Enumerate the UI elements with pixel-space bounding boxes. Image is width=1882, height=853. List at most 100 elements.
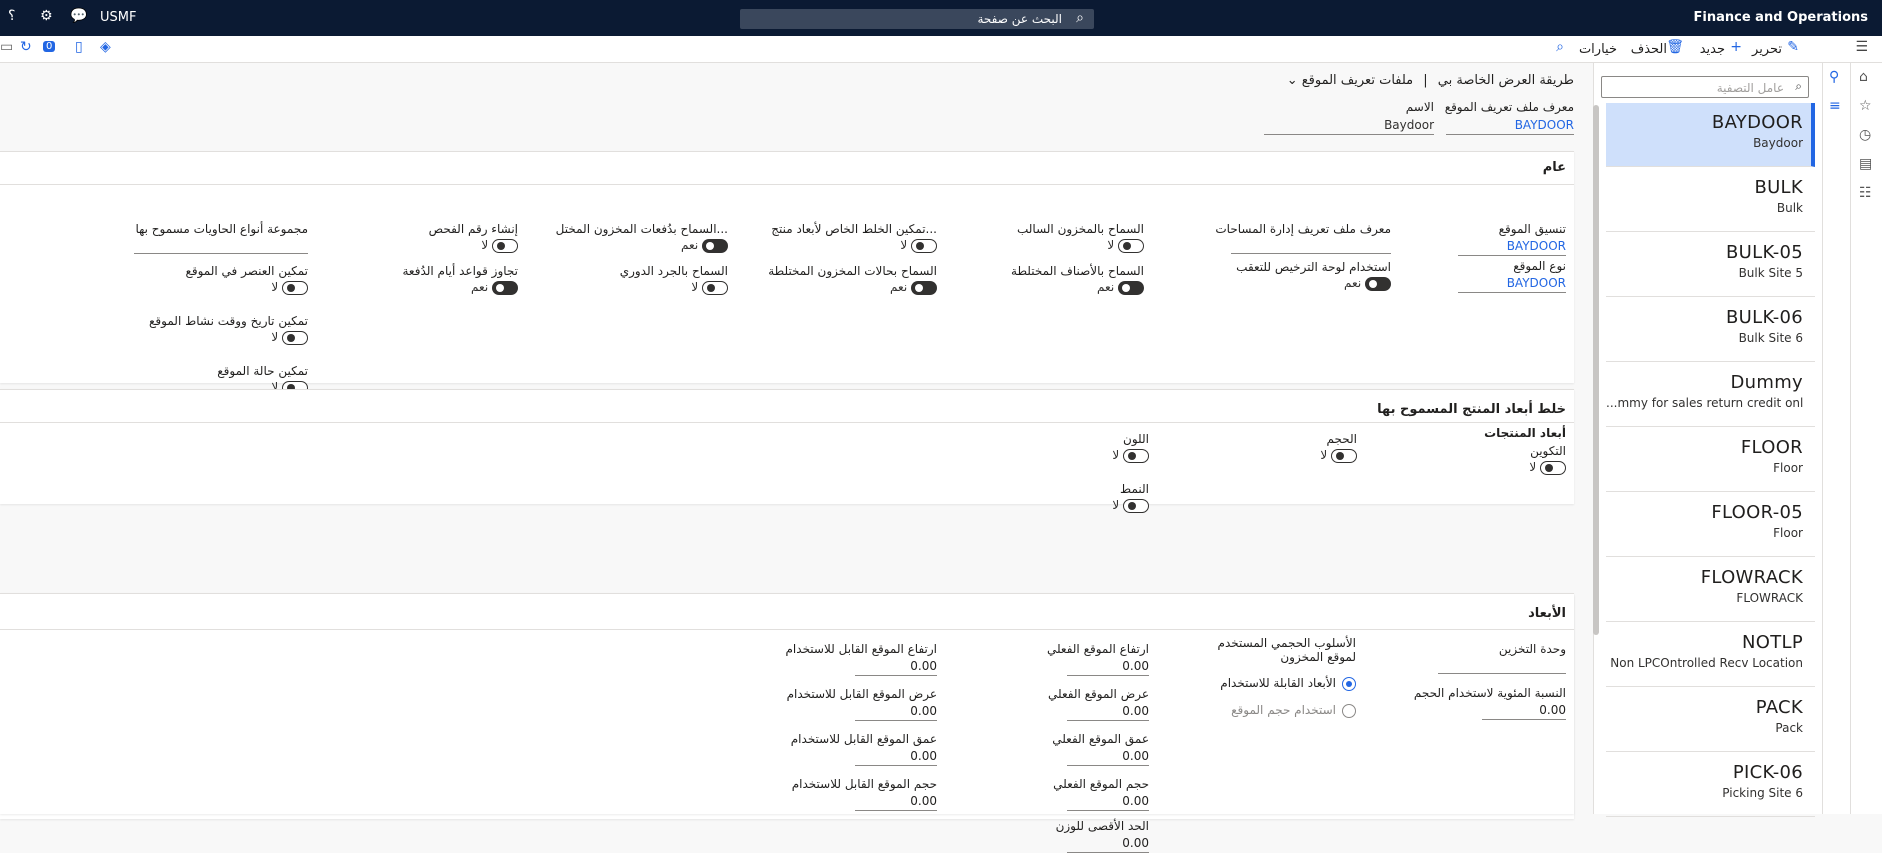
usable-width-field[interactable]: عرض الموقع القابل للاستخدام 0.00 [787,687,937,721]
delete-button[interactable]: الحذف [1631,42,1667,57]
physical-width-field[interactable]: عرض الموقع الفعلي 0.00 [1048,687,1149,721]
clock-icon[interactable]: ◷ [1859,127,1871,143]
mixed-dims-toggle[interactable]: تمكين الخلط الخاص لأبعاد منتج... لا [771,222,937,253]
space-mgmt-field[interactable]: معرف ملف تعريف إدارة المساحات [1215,222,1391,254]
filter-input[interactable]: عامل التصفية ⌕ [1601,76,1809,98]
configuration-toggle[interactable]: التكوين لا [1529,444,1566,475]
list-item-id: PACK [1755,697,1803,718]
mixed-status-toggle[interactable]: السماح بحالات المخزون المختلطة نعم [768,264,937,295]
pencil-icon: ✎ [1787,39,1799,55]
list-item-description: FLOWRACK [1736,591,1803,605]
general-fasttab: عام تنسيق الموقع BAYDOOR نوع الموقع BAYD… [0,151,1574,395]
list-item[interactable]: NOTLP Non LPCOntrolled Recv Location [1606,623,1815,687]
search-icon[interactable]: ⌕ [1556,39,1564,55]
list-item[interactable]: BULK-05 Bulk Site 5 [1606,233,1815,297]
list-item-id: Dummy [1730,372,1803,393]
list-item[interactable]: FLOOR Floor [1606,428,1815,492]
notification-badge[interactable]: 0 [43,41,56,52]
mixed-items-toggle[interactable]: السماح بالأصناف المختلطة نعم [1011,264,1144,295]
list-item-description: Floor [1773,526,1803,540]
list-item-id: FLOOR [1740,437,1803,458]
negative-inventory-toggle[interactable]: السماح بالمخزون السالب لا [1017,222,1144,253]
attachment-icon[interactable]: ▯ [75,39,83,55]
window-icon[interactable]: ▭ [0,39,13,55]
usable-volume-field[interactable]: حجم الموقع القابل للاستخدام 0.00 [792,777,937,811]
edit-button[interactable]: تحرير [1752,42,1782,57]
record-list-pane: عامل التصفية ⌕ BAYDOOR Baydoor BULK Bulk BUL… [1593,63,1822,817]
max-weight-field[interactable]: الحد الأقصى للوزن 0.00 [1056,819,1149,853]
list-item-description: Baydoor [1753,136,1803,150]
batch-days-toggle[interactable]: تجاوز قواعد أيام الدُفعة نعم [402,264,518,295]
scrollbar[interactable] [1593,105,1599,635]
name-field[interactable]: Baydoor [1264,118,1434,135]
list-item[interactable]: BULK-06 Bulk Site 6 [1606,298,1815,362]
physical-volume-field[interactable]: حجم الموقع الفعلي 0.00 [1053,777,1149,811]
location-format-field[interactable]: تنسيق الموقع BAYDOOR [1458,222,1566,256]
size-toggle[interactable]: الحجم لا [1320,432,1357,463]
physical-height-field[interactable]: ارتفاع الموقع الفعلي 0.00 [1047,642,1149,676]
chat-icon[interactable]: 💬 [70,8,87,24]
list-item-description: Non LPCOntrolled Recv Location [1610,656,1803,670]
usable-dimensions-radio[interactable]: الأبعاد القابلة للاستخدام [1220,676,1356,691]
dimensions-title[interactable]: الأبعاد [1528,606,1566,621]
action-pane: ☰ ✎ تحرير + جديد 🗑 الحذف خيارات ⌕ ◈ ▯ 0 … [0,36,1882,63]
storage-unit-field[interactable]: وحدة التخزين [1438,642,1566,674]
location-type-field[interactable]: نوع الموقع BAYDOOR [1458,259,1566,293]
location-volume-radio[interactable]: استخدام حجم الموقع [1231,703,1356,718]
gear-icon[interactable]: ⚙ [40,8,53,24]
cycle-count-toggle[interactable]: السماح بالجرد الدوري لا [620,264,728,295]
usable-depth-field[interactable]: عمق الموقع القابل للاستخدام 0.00 [791,732,937,766]
navigation-rail: ⌂ ☆ ◷ ▤ ☷ [1850,63,1882,814]
container-group-field[interactable]: مجموعة أنواع الحاويات مسموح بها [134,222,308,254]
list-item-id: BULK [1754,177,1803,198]
plus-icon: + [1730,39,1742,55]
list-item[interactable]: Dummy ...mmy for sales return credit only [1606,363,1815,427]
list-filter-rail: ⚲ ≡ [1822,63,1850,814]
hamburger-icon[interactable]: ☰ [1855,39,1868,55]
list-item-id: NOTLP [1741,632,1803,653]
item-in-location-toggle[interactable]: تمكين العنصر في الموقع لا [185,264,308,295]
list-item[interactable]: FLOOR-05 Floor [1606,493,1815,557]
top-navigation-bar: Finance and Operations البحث عن صفحة ⌕ U… [0,0,1882,36]
search-placeholder: البحث عن صفحة [977,12,1062,26]
refresh-icon[interactable]: ↻ [20,39,32,55]
global-search-input[interactable]: البحث عن صفحة ⌕ [740,9,1094,29]
check-digit-toggle[interactable]: إنشاء رقم الفحص لا [429,222,518,253]
list-item-description: Bulk Site 5 [1738,266,1803,280]
general-title[interactable]: عام [1543,160,1566,175]
list-item-description: Picking Site 6 [1722,786,1803,800]
trash-icon: 🗑 [1666,39,1684,55]
new-button[interactable]: جديد [1700,42,1725,57]
physical-depth-field[interactable]: عمق الموقع الفعلي 0.00 [1052,732,1149,766]
list-item[interactable]: BAYDOOR Baydoor [1606,103,1815,167]
help-icon[interactable]: ؟ [8,8,15,24]
list-item[interactable]: PACK Pack [1606,688,1815,752]
list-item[interactable]: BULK Bulk [1606,168,1815,232]
usable-height-field[interactable]: ارتفاع الموقع القابل للاستخدام 0.00 [786,642,937,676]
list-item-description: Floor [1773,461,1803,475]
list-item-id: BULK-05 [1726,242,1803,263]
home-icon[interactable]: ⌂ [1859,69,1868,85]
volume-percentage-field[interactable]: النسبة المئوية لاستخدام الحجم 0.00 [1414,686,1566,720]
workspace-icon[interactable]: ▤ [1859,156,1872,172]
list-item-id: FLOWRACK [1700,567,1803,588]
company-picker[interactable]: USMF [100,10,136,25]
activity-date-toggle[interactable]: تمكين تاريخ ووقت نشاط الموقع لا [149,314,308,345]
filter-icon[interactable]: ⚲ [1829,69,1839,85]
mixing-title[interactable]: خلط أبعاد المنتج المسموح بها [1377,402,1566,417]
modules-icon[interactable]: ☷ [1859,185,1872,201]
star-icon[interactable]: ☆ [1859,98,1872,114]
profile-id-field[interactable]: BAYDOOR [1446,118,1574,135]
search-icon: ⌕ [1076,10,1084,26]
office-icon[interactable]: ◈ [100,39,111,55]
color-toggle[interactable]: اللون لا [1112,432,1149,463]
list-item-id: FLOOR-05 [1711,502,1803,523]
list-item[interactable]: FLOWRACK FLOWRACK [1606,558,1815,622]
app-title[interactable]: Finance and Operations [1694,10,1868,25]
options-button[interactable]: خيارات [1579,42,1617,57]
list-item[interactable]: PICK-06 Picking Site 6 [1606,753,1815,817]
lp-tracking-toggle[interactable]: استخدام لوحة الترخيص للتعقب نعم [1236,260,1391,291]
style-toggle[interactable]: النمط لا [1112,482,1149,513]
list-icon[interactable]: ≡ [1829,98,1841,114]
mixed-batches-toggle[interactable]: السماح بدُفعات المخزون المختل... نعم [556,222,728,253]
